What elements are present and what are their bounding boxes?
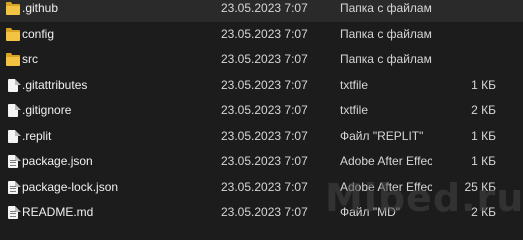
file-name: src — [22, 52, 38, 66]
file-size: 25 КБ — [464, 179, 496, 194]
file-size: 1 КБ — [471, 154, 496, 168]
file-type: Файл "REPLIT" — [340, 128, 424, 143]
file-row[interactable]: .gitattributes 23.05.2023 7:07 txtfile 1 КБ — [0, 73, 523, 99]
file-size: 2 КБ — [471, 205, 496, 219]
file-row[interactable]: .gitignore 23.05.2023 7:07 txtfile 2 КБ — [0, 98, 523, 124]
folder-icon — [6, 1, 20, 16]
file-type: Папка с файлами — [340, 1, 432, 15]
file-type: Папка с файлами — [340, 26, 432, 41]
file-name: .gitignore — [22, 103, 72, 117]
file-date-modified: 23.05.2023 7:07 — [221, 1, 308, 15]
file-row[interactable]: .github 23.05.2023 7:07 Папка с файлами — [0, 0, 523, 22]
file-type: txtfile — [340, 77, 369, 92]
file-name: README.md — [22, 205, 94, 219]
file-size: 1 КБ — [471, 77, 496, 92]
file-row[interactable]: src 23.05.2023 7:07 Папка с файлами — [0, 47, 523, 73]
file-type: Файл "MD" — [340, 205, 401, 219]
file-date-modified: 23.05.2023 7:07 — [221, 205, 308, 219]
file-name: config — [22, 26, 55, 41]
file-row[interactable]: config 23.05.2023 7:07 Папка с файлами — [0, 22, 523, 48]
file-list: .github 23.05.2023 7:07 Папка с файлами con… — [0, 0, 523, 226]
file-date-modified: 23.05.2023 7:07 — [221, 52, 308, 66]
file-name: package-lock.json — [22, 179, 119, 194]
file-date-modified: 23.05.2023 7:07 — [221, 179, 308, 194]
file-date-modified: 23.05.2023 7:07 — [221, 103, 308, 117]
file-icon — [6, 103, 21, 118]
file-date-modified: 23.05.2023 7:07 — [221, 77, 308, 92]
file-row[interactable]: package-lock.json 23.05.2023 7:07 Adobe Af… — [0, 175, 523, 201]
folder-icon — [6, 27, 20, 42]
document-icon — [6, 154, 21, 169]
file-name: .github — [22, 1, 59, 15]
file-row[interactable]: package.json 23.05.2023 7:07 Adobe After E… — [0, 149, 523, 175]
file-icon — [6, 78, 21, 93]
file-size: 1 КБ — [471, 128, 496, 143]
file-name: .gitattributes — [22, 77, 88, 92]
document-icon — [6, 205, 21, 220]
file-icon — [6, 129, 21, 144]
file-date-modified: 23.05.2023 7:07 — [221, 26, 308, 41]
file-type: txtfile — [340, 103, 369, 117]
file-name: .replit — [22, 128, 52, 143]
file-size: 2 КБ — [471, 103, 496, 117]
file-type: Adobe After Effect... — [340, 179, 432, 194]
file-row[interactable]: README.md 23.05.2023 7:07 Файл "MD" 2 КБ — [0, 200, 523, 226]
file-type: Adobe After Effect... — [340, 154, 432, 168]
file-type: Папка с файлами — [340, 52, 432, 66]
file-row[interactable]: .replit 23.05.2023 7:07 Файл "REPLIT" 1 КБ — [0, 124, 523, 150]
document-icon — [6, 180, 21, 195]
file-date-modified: 23.05.2023 7:07 — [221, 154, 308, 168]
folder-icon — [6, 52, 20, 67]
file-name: package.json — [22, 154, 93, 168]
file-date-modified: 23.05.2023 7:07 — [221, 128, 308, 143]
